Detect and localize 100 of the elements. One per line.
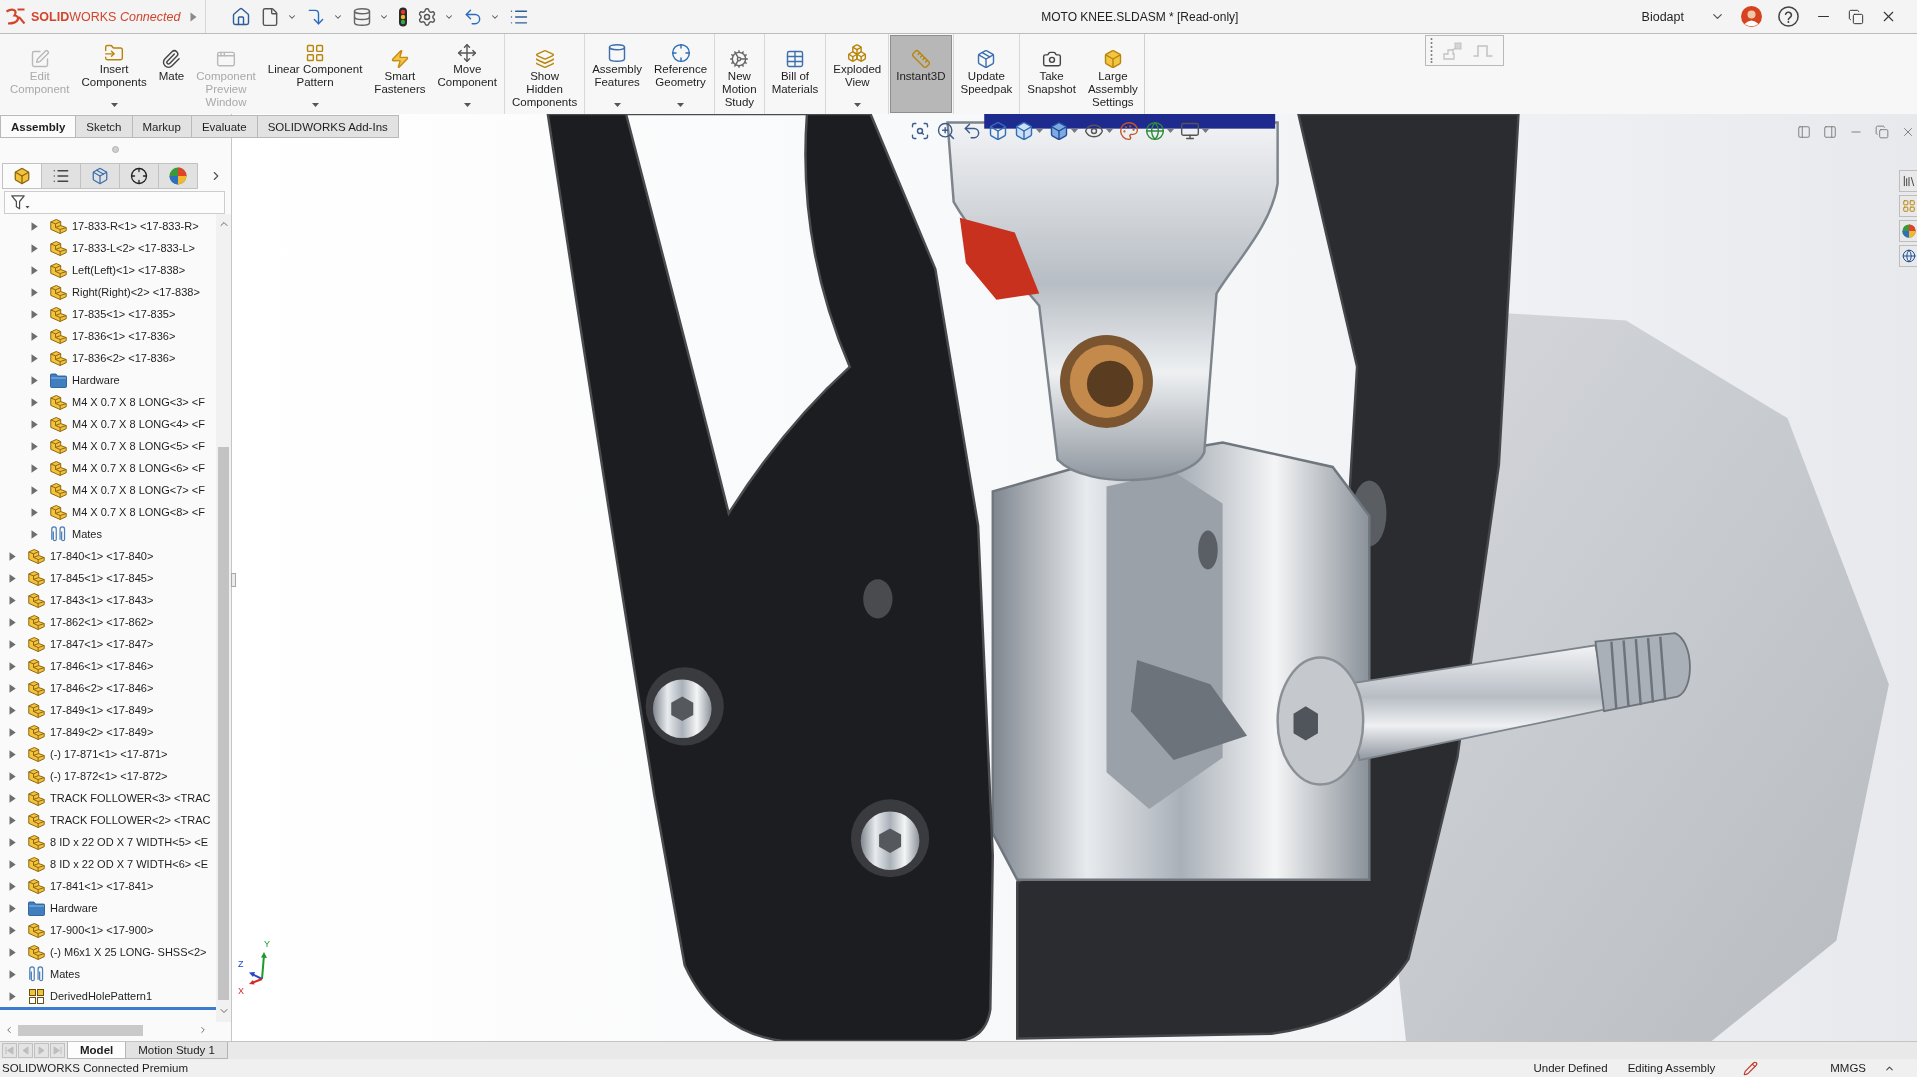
expand-arrow-icon[interactable] xyxy=(9,925,16,935)
user-name[interactable]: Biodapt xyxy=(1641,9,1684,24)
tree-item[interactable]: (-) 17-871<1> <17-871> xyxy=(50,748,168,760)
expand-arrow-icon[interactable] xyxy=(9,727,16,737)
expand-arrow-icon[interactable] xyxy=(9,595,16,605)
task-pane-tab[interactable] xyxy=(1899,170,1917,192)
help-icon[interactable] xyxy=(1778,6,1799,27)
gear-icon[interactable] xyxy=(417,6,437,27)
magnifier-plus-icon[interactable] xyxy=(936,121,956,141)
expand-arrow-icon[interactable] xyxy=(31,463,38,473)
expand-arrow-icon[interactable] xyxy=(31,397,38,407)
tree-item[interactable]: 17-849<2> <17-849> xyxy=(50,726,154,738)
ribbon-button[interactable]: Update Speedpak xyxy=(954,35,1019,113)
ribbon-button[interactable]: Take Snapshot xyxy=(1021,35,1082,113)
sheet-tab[interactable]: Motion Study 1 xyxy=(125,1042,228,1059)
ribbon-button[interactable]: Exploded View xyxy=(827,35,888,113)
expand-arrow-icon[interactable] xyxy=(31,419,38,429)
tree-item[interactable]: 17-836<1> <17-836> xyxy=(72,330,176,342)
expand-arrow-icon[interactable] xyxy=(31,265,38,275)
scrollbar-thumb[interactable] xyxy=(218,447,229,1000)
caret-icon[interactable] xyxy=(463,103,471,107)
ribbon-button[interactable]: Linear Component Pattern xyxy=(261,35,369,113)
tree-item[interactable]: 17-847<1> <17-847> xyxy=(50,638,154,650)
expand-arrow-icon[interactable] xyxy=(31,221,38,231)
tree-item[interactable]: Mates xyxy=(72,528,102,540)
panel-right-icon[interactable] xyxy=(1823,125,1837,139)
splitter-handle[interactable] xyxy=(231,573,236,587)
ribbon-button[interactable]: Reference Geometry xyxy=(648,35,714,113)
palette-icon[interactable] xyxy=(1119,121,1139,141)
caret-icon[interactable] xyxy=(110,103,118,107)
tree-item[interactable]: 8 ID x 22 OD X 7 WIDTH<5> <E xyxy=(50,836,209,848)
caret-icon[interactable] xyxy=(853,103,861,107)
tree-item[interactable]: (-) M6x1 X 25 LONG- SHSS<2> xyxy=(50,946,207,958)
command-tab[interactable]: SOLIDWORKS Add-Ins xyxy=(257,115,399,138)
expand-arrow-icon[interactable] xyxy=(9,859,16,869)
expand-arrow-icon[interactable] xyxy=(9,749,16,759)
expand-arrow-icon[interactable] xyxy=(9,771,16,781)
monitor-icon[interactable] xyxy=(1180,121,1200,141)
task-pane-tab[interactable] xyxy=(1899,220,1917,242)
tree-item[interactable]: M4 X 0.7 X 8 LONG<5> <F xyxy=(72,440,205,452)
database-icon[interactable] xyxy=(352,6,372,27)
sheet-tab[interactable]: Model xyxy=(67,1042,127,1059)
shaded-cube-icon[interactable] xyxy=(1049,121,1069,141)
avatar-icon[interactable] xyxy=(1741,6,1762,27)
ribbon-button[interactable]: Bill of Materials xyxy=(765,35,825,113)
tree-item[interactable]: (-) 17-872<1> <17-872> xyxy=(50,770,168,782)
grip-dot-icon[interactable] xyxy=(112,145,119,153)
ribbon-button[interactable]: Large Assembly Settings xyxy=(1081,35,1144,113)
tree-item[interactable]: M4 X 0.7 X 8 LONG<4> <F xyxy=(72,418,205,430)
caret-icon[interactable] xyxy=(677,103,685,107)
restore-icon[interactable] xyxy=(1848,8,1864,25)
pencil-icon[interactable] xyxy=(1743,1060,1759,1076)
expand-arrow-icon[interactable] xyxy=(9,881,16,891)
tree-item[interactable]: M4 X 0.7 X 8 LONG<3> <F xyxy=(72,396,205,408)
tree-item[interactable]: Mates xyxy=(50,968,80,980)
expand-arrow-icon[interactable] xyxy=(9,705,16,715)
tree-item[interactable]: Hardware xyxy=(50,902,98,914)
ribbon-button[interactable]: Insert Components xyxy=(75,35,153,113)
cube-icon[interactable] xyxy=(988,121,1008,141)
tree-item[interactable]: 17-841<1> <17-841> xyxy=(50,880,154,892)
expand-arrow-icon[interactable] xyxy=(31,485,38,495)
expand-arrow-icon[interactable] xyxy=(9,617,16,627)
tree-item[interactable]: 17-835<1> <17-835> xyxy=(72,308,176,320)
cube-icon[interactable] xyxy=(1014,121,1034,141)
expand-arrow-icon[interactable] xyxy=(31,375,38,385)
expand-arrow-icon[interactable] xyxy=(31,353,38,363)
expand-arrow-icon[interactable] xyxy=(31,243,38,253)
expand-arrow-icon[interactable] xyxy=(9,969,16,979)
command-tab[interactable]: Evaluate xyxy=(191,115,258,138)
ribbon-button[interactable]: Show Hidden Components xyxy=(505,35,584,113)
house-icon[interactable] xyxy=(231,6,251,27)
tree-item[interactable]: TRACK FOLLOWER<3> <TRAC xyxy=(50,792,211,804)
expand-arrow-icon[interactable] xyxy=(9,991,16,1001)
tree-item[interactable]: DerivedHolePattern1 xyxy=(50,990,153,1002)
command-tab[interactable]: Sketch xyxy=(76,115,133,138)
expand-arrow-icon[interactable] xyxy=(31,507,38,517)
ribbon-button[interactable]: Smart Fasteners xyxy=(368,35,432,113)
expand-arrow-icon[interactable] xyxy=(9,793,16,803)
expand-arrow-icon[interactable] xyxy=(31,309,38,319)
magnifier-frame-icon[interactable] xyxy=(910,121,930,141)
command-tab[interactable]: Markup xyxy=(132,115,192,138)
tree-item[interactable]: 17-840<1> <17-840> xyxy=(50,550,154,562)
tree-item[interactable]: 17-833-L<2> <17-833-L> xyxy=(72,242,195,254)
expand-arrow-icon[interactable] xyxy=(9,947,16,957)
command-tab[interactable]: Assembly xyxy=(0,115,77,138)
tree-item[interactable]: M4 X 0.7 X 8 LONG<8> <F xyxy=(72,506,205,518)
tree-item[interactable]: 17-862<1> <17-862> xyxy=(50,616,154,628)
tree-item[interactable]: M4 X 0.7 X 8 LONG<7> <F xyxy=(72,484,205,496)
ribbon-button[interactable]: Instant3D xyxy=(890,35,952,113)
expand-arrow-icon[interactable] xyxy=(31,529,38,539)
tree-item[interactable]: TRACK FOLLOWER<2> <TRAC xyxy=(50,814,211,826)
expand-arrow-icon[interactable] xyxy=(9,683,16,693)
expand-arrow-icon[interactable] xyxy=(9,661,16,671)
tree-item[interactable]: 17-849<1> <17-849> xyxy=(50,704,154,716)
caret-icon[interactable] xyxy=(311,103,319,107)
chevron-right-icon[interactable] xyxy=(190,11,197,22)
tree-item[interactable]: 17-843<1> <17-843> xyxy=(50,594,154,606)
tree-item[interactable]: 17-845<1> <17-845> xyxy=(50,572,154,584)
tree-item[interactable]: 8 ID x 22 OD X 7 WIDTH<6> <E xyxy=(50,858,209,870)
expand-arrow-icon[interactable] xyxy=(9,573,16,583)
